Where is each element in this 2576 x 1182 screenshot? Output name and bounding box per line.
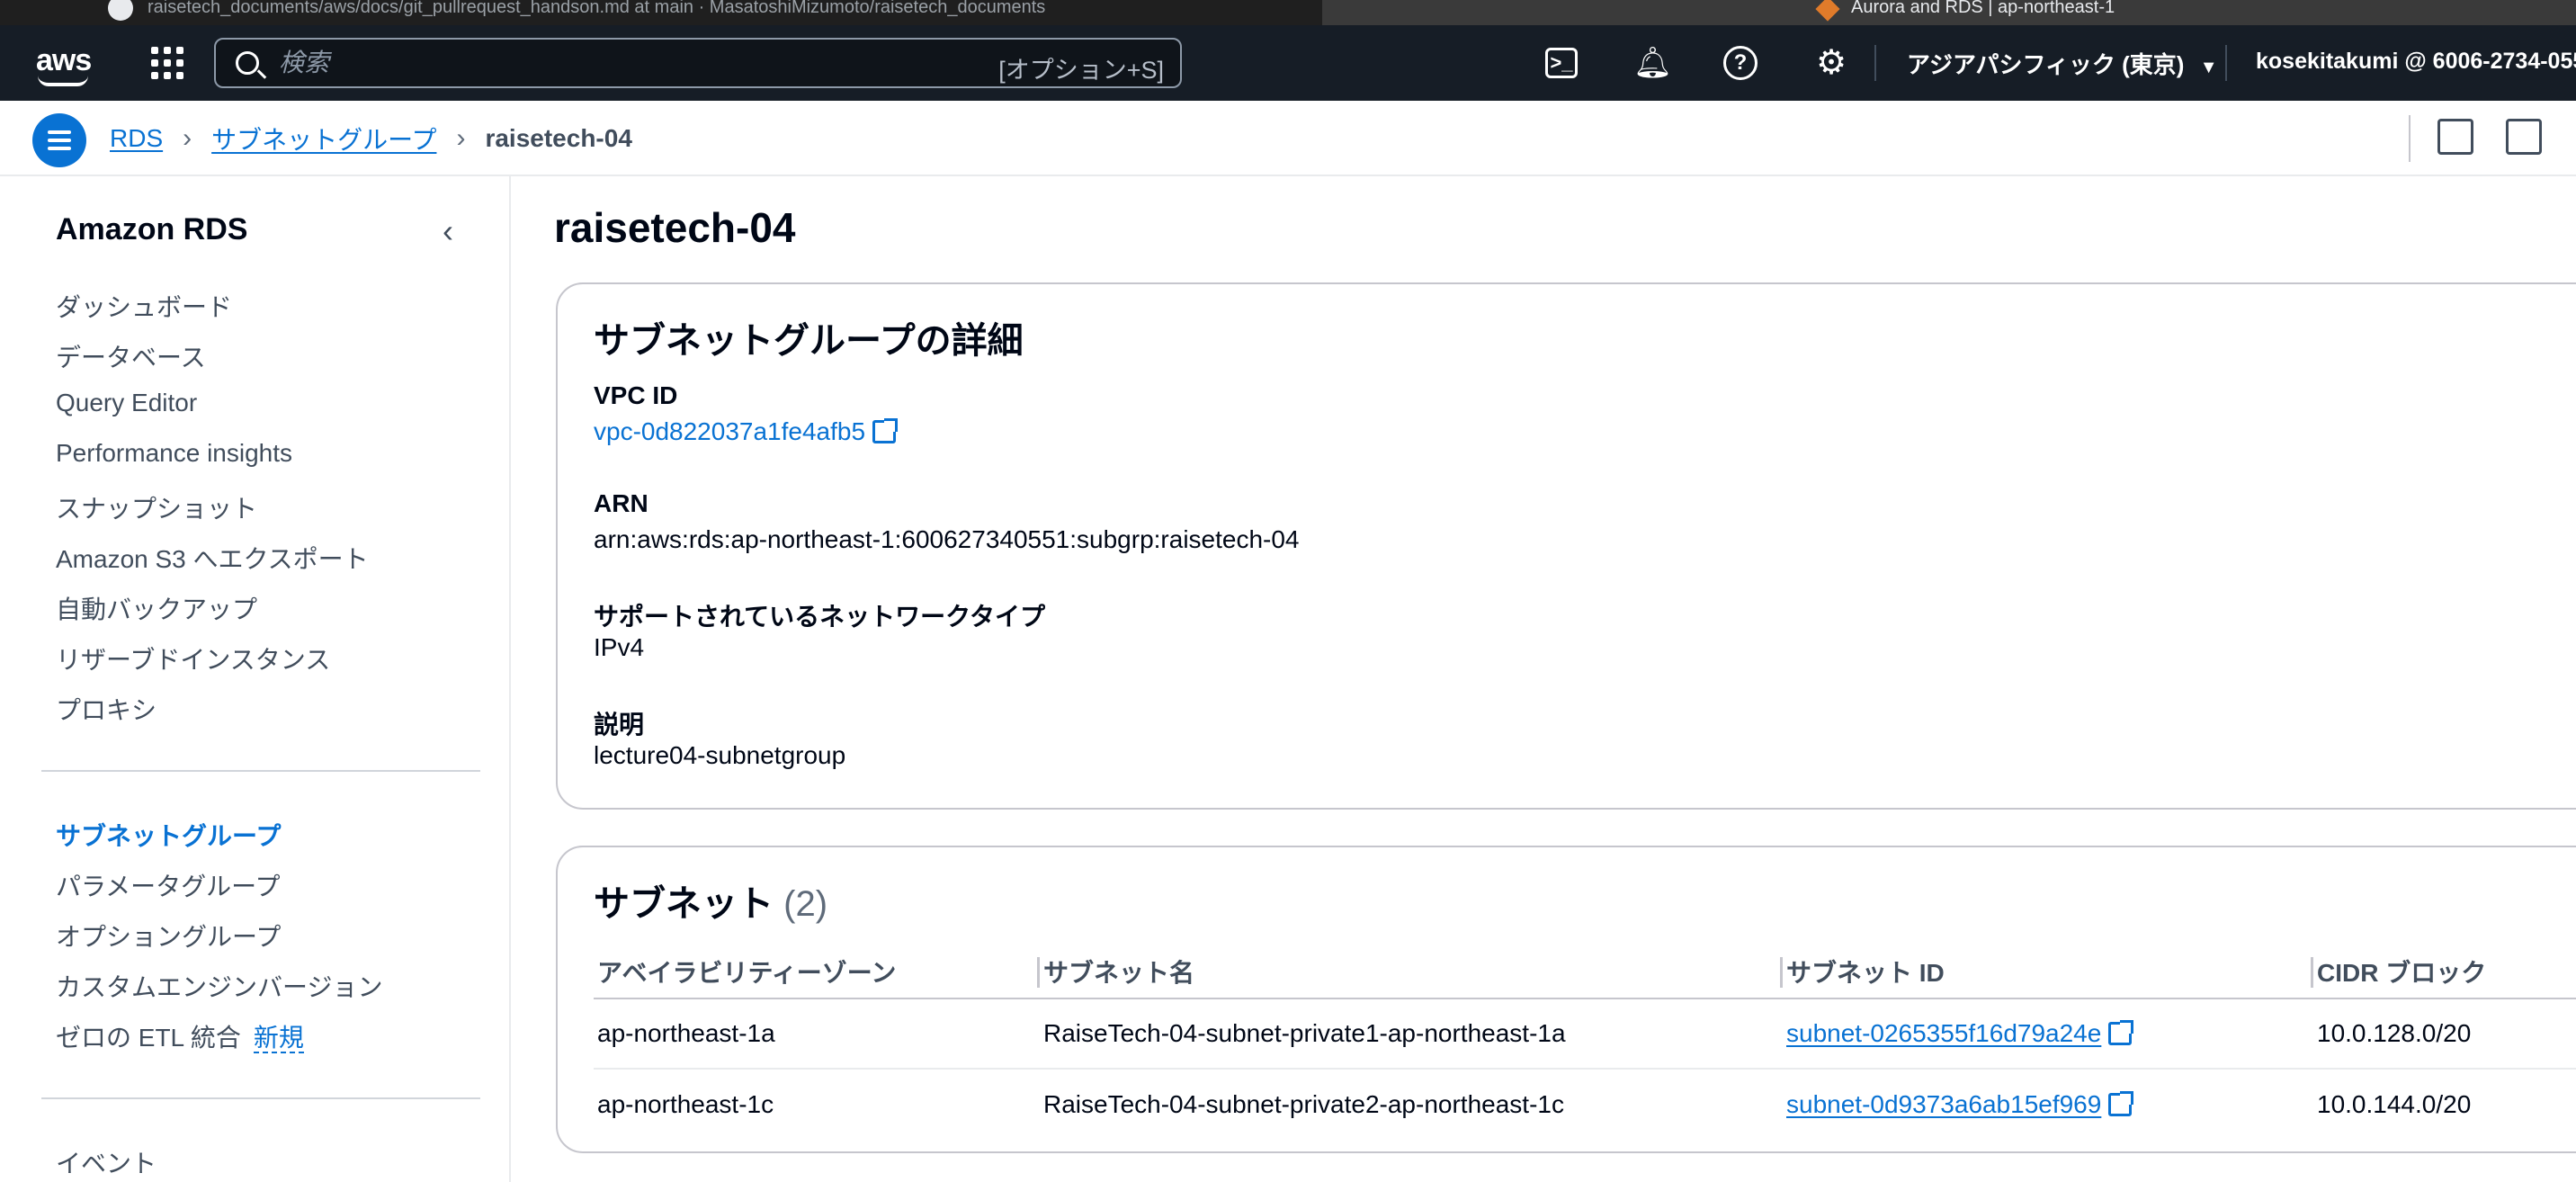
cell-subnet-name: RaiseTech-04-subnet-private1-ap-northeas… <box>1040 998 1783 1070</box>
sidebar-item-zero-etl[interactable]: ゼロの ETL 統合 新規 <box>56 1018 304 1054</box>
apps-grid-icon[interactable] <box>151 47 183 79</box>
search-input[interactable] <box>279 40 1088 86</box>
new-badge: 新規 <box>253 1024 304 1053</box>
cell-az: ap-northeast-1c <box>597 1089 774 1118</box>
sidebar-item-subnet-groups[interactable]: サブネットグループ <box>56 817 281 853</box>
caret-down-icon: ▼ <box>2199 58 2218 77</box>
browser-tab-aws[interactable]: Aurora and RDS | ap-northeast-1 <box>1322 0 2576 25</box>
external-link-icon[interactable] <box>2108 1090 2134 1116</box>
github-icon <box>108 0 133 21</box>
gear-icon[interactable]: ⚙︎ <box>1813 45 1849 81</box>
sidebar-divider <box>41 1097 480 1099</box>
breadcrumb-subnet-groups[interactable]: サブネットグループ <box>211 121 436 157</box>
sidebar-item-dashboard[interactable]: ダッシュボード <box>56 288 232 324</box>
aws-top-nav: aws [オプション+S] >_ 🔔︎ ? ⚙︎ アジアパシフィック (東京) … <box>0 25 2576 101</box>
sidebar-item-automated-backups[interactable]: 自動バックアップ <box>56 590 257 626</box>
network-type-value: IPv4 <box>594 633 645 661</box>
column-header-az[interactable]: アベイラビリティーゾーン <box>594 945 1040 999</box>
subnet-id-link[interactable]: subnet-0265355f16d79a24e <box>1786 1019 2101 1047</box>
browser-tab-github[interactable]: raisetech_documents/aws/docs/git_pullreq… <box>108 0 1322 25</box>
region-selector[interactable]: アジアパシフィック (東京) ▼ <box>1907 47 2218 80</box>
bell-icon[interactable]: 🔔︎ <box>1633 45 1672 81</box>
subnet-group-details-card: サブネットグループの詳細 VPC ID vpc-0d822037a1fe4afb… <box>556 282 2576 810</box>
table-row: ap-northeast-1a RaiseTech-04-subnet-priv… <box>594 998 2576 1070</box>
sidebar: Amazon RDS ‹ ダッシュボード データベース Query Editor… <box>0 176 511 1182</box>
sidebar-item-option-groups[interactable]: オプショングループ <box>56 918 281 954</box>
cell-subnet-name: RaiseTech-04-subnet-private2-ap-northeas… <box>1043 1089 1564 1118</box>
vpc-id-label: VPC ID <box>594 381 678 409</box>
sidebar-item-snapshots[interactable]: スナップショット <box>56 489 257 525</box>
cell-subnet-id: subnet-0265355f16d79a24e <box>1783 998 2313 1070</box>
sidebar-item-databases[interactable]: データベース <box>56 338 206 374</box>
search-icon <box>236 51 259 75</box>
cell-cidr: 10.0.144.0/20 <box>2317 1089 2472 1118</box>
cloudshell-icon[interactable]: >_ <box>1545 48 1578 78</box>
sidebar-item-s3-export[interactable]: Amazon S3 へエクスポート <box>56 540 369 576</box>
sidebar-item-events[interactable]: イベント <box>56 1144 157 1180</box>
sidebar-item-parameter-groups[interactable]: パラメータグループ <box>56 867 280 903</box>
cell-cidr: 10.0.128.0/20 <box>2313 998 2576 1070</box>
search-shortcut: [オプション+S] <box>998 57 1164 84</box>
breadcrumb: RDS › サブネットグループ › raisetech-04 <box>110 121 632 157</box>
details-heading: サブネットグループの詳細 <box>594 321 1024 361</box>
search-box: [オプション+S] <box>214 38 1182 88</box>
aws-favicon-icon <box>1815 0 1840 22</box>
sidebar-item-performance-insights[interactable]: Performance insights <box>56 439 292 468</box>
subnets-card: サブネット (2) アベイラビリティーゾーン サブネット名 サブネット ID C… <box>556 846 2576 1153</box>
breadcrumb-current: raisetech-04 <box>485 124 632 152</box>
network-type-label: サポートされているネットワークタイプ <box>594 603 1046 631</box>
vpc-id-value: vpc-0d822037a1fe4afb5 <box>594 417 899 446</box>
tools-divider <box>2409 115 2411 162</box>
external-link-icon[interactable] <box>872 418 899 443</box>
sidebar-item-custom-engine-versions[interactable]: カスタムエンジンバージョン <box>56 968 382 1004</box>
cell-subnet-id: subnet-0d9373a6ab15ef969 <box>1783 1069 2313 1139</box>
aws-logo[interactable]: aws <box>36 43 92 86</box>
chevron-right-icon: › <box>183 123 192 153</box>
vpc-id-link[interactable]: vpc-0d822037a1fe4afb5 <box>594 417 865 445</box>
subnet-id-link[interactable]: subnet-0d9373a6ab15ef969 <box>1786 1090 2101 1118</box>
sidebar-item-reserved-instances[interactable]: リザーブドインスタンス <box>56 640 330 676</box>
subnets-count: (2) <box>783 884 828 924</box>
arn-label: ARN <box>594 489 648 517</box>
tab-title: raisetech_documents/aws/docs/git_pullreq… <box>148 0 1046 17</box>
column-header-cidr[interactable]: CIDR ブロック <box>2313 945 2576 999</box>
feedback-icon[interactable] <box>2437 119 2473 155</box>
subnets-heading: サブネット (2) <box>594 874 827 927</box>
help-icon[interactable]: ? <box>1723 46 1758 80</box>
column-header-subnet-id[interactable]: サブネット ID <box>1783 945 2313 999</box>
description-value: lecture04-subnetgroup <box>594 741 846 769</box>
info-panel-icon[interactable] <box>2506 119 2542 155</box>
sidebar-item-query-editor[interactable]: Query Editor <box>56 389 197 417</box>
aws-logo-text: aws <box>36 43 92 77</box>
nav-divider <box>1874 45 1876 81</box>
account-menu[interactable]: kosekitakumi @ 6006-2734-0551 <box>2256 49 2576 75</box>
external-link-icon[interactable] <box>2108 1020 2134 1045</box>
sidebar-title: Amazon RDS <box>56 212 248 246</box>
menu-icon[interactable] <box>32 113 86 167</box>
tab-title: Aurora and RDS | ap-northeast-1 <box>1851 0 2115 17</box>
breadcrumb-bar: RDS › サブネットグループ › raisetech-04 <box>0 101 2576 176</box>
sidebar-item-label: ゼロの ETL 統合 <box>56 1024 241 1052</box>
sidebar-item-proxies[interactable]: プロキシ <box>56 691 157 727</box>
aws-logo-smile <box>38 76 88 86</box>
description-label: 説明 <box>594 711 645 739</box>
breadcrumb-rds[interactable]: RDS <box>110 124 163 153</box>
arn-value: arn:aws:rds:ap-northeast-1:600627340551:… <box>594 525 1300 553</box>
collapse-icon[interactable]: ‹ <box>443 212 453 250</box>
region-label: アジアパシフィック (東京) <box>1907 51 2185 78</box>
subnets-heading-text: サブネット <box>594 884 774 924</box>
chevron-right-icon: › <box>456 123 466 153</box>
column-header-subnet-name[interactable]: サブネット名 <box>1040 945 1783 999</box>
subnets-table: アベイラビリティーゾーン サブネット名 サブネット ID CIDR ブロック a… <box>594 945 2576 1139</box>
cell-az: ap-northeast-1a <box>594 998 1040 1070</box>
sidebar-divider <box>41 770 480 772</box>
nav-divider <box>2225 45 2227 81</box>
table-row: ap-northeast-1c RaiseTech-04-subnet-priv… <box>594 1069 2576 1139</box>
page-title: raisetech-04 <box>554 204 796 251</box>
browser-tab-strip: raisetech_documents/aws/docs/git_pullreq… <box>0 0 2576 25</box>
